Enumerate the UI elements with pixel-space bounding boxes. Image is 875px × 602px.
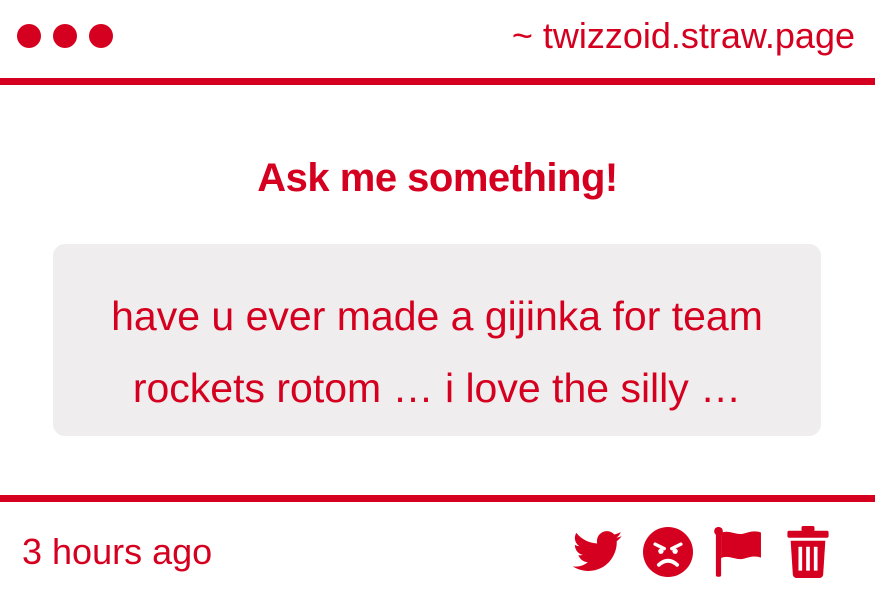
twitter-icon (573, 531, 623, 571)
trash-icon (787, 526, 829, 578)
action-bar (555, 522, 835, 582)
title-bar: ~ twizzoid.straw.page (0, 0, 875, 78)
window-dot[interactable] (89, 24, 113, 48)
share-twitter-button[interactable] (571, 525, 625, 579)
window-dots (17, 24, 113, 48)
report-button[interactable] (711, 525, 765, 579)
window-dot[interactable] (17, 24, 41, 48)
flag-icon (714, 526, 761, 577)
delete-button[interactable] (781, 525, 835, 579)
timestamp: 3 hours ago (22, 531, 213, 572)
window-dot[interactable] (53, 24, 77, 48)
page-title: Ask me something! (257, 156, 618, 200)
ask-card: ~ twizzoid.straw.page Ask me something! … (0, 0, 875, 602)
top-divider (0, 78, 875, 85)
question-text: have u ever made a gijinka for team rock… (111, 293, 763, 411)
site-address[interactable]: ~ twizzoid.straw.page (512, 14, 855, 58)
question-box: have u ever made a gijinka for team rock… (53, 244, 821, 436)
angry-face-icon (643, 527, 693, 577)
block-button[interactable] (641, 525, 695, 579)
bottom-divider (0, 495, 875, 502)
